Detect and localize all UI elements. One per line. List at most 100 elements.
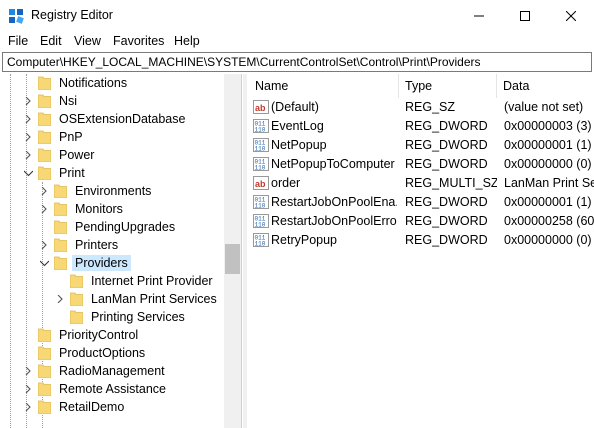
tree-node[interactable]: Printers — [38, 236, 121, 254]
value-type: REG_DWORD — [405, 195, 488, 209]
value-row[interactable]: 011 110 RestartJobOnPoolEna... REG_DWORD 0x0… — [249, 193, 594, 212]
tree-node-label: OSExtensionDatabase — [59, 112, 186, 126]
folder-icon — [37, 166, 52, 181]
tree-node-label: Power — [59, 148, 95, 162]
menu-favorites[interactable]: Favorites — [113, 34, 164, 48]
tree-node-label: Environments — [75, 184, 152, 198]
chevron-right-icon[interactable] — [22, 92, 34, 110]
tree-node[interactable]: Print — [22, 164, 88, 182]
tree-node[interactable]: PnP — [22, 128, 86, 146]
value-row[interactable]: ab (Default) REG_SZ (value not set) — [249, 98, 594, 117]
folder-icon — [53, 238, 68, 253]
menu-file[interactable]: File — [8, 34, 28, 48]
svg-text:110: 110 — [255, 222, 266, 229]
tree-node[interactable]: OSExtensionDatabase — [22, 110, 188, 128]
value-type: REG_DWORD — [405, 138, 488, 152]
folder-icon — [53, 256, 68, 271]
value-row[interactable]: 011 110 NetPopupToComputer REG_DWORD 0x00000… — [249, 155, 594, 174]
folder-icon — [37, 94, 52, 109]
value-row[interactable]: 011 110 NetPopup REG_DWORD 0x00000001 (1) — [249, 136, 594, 155]
folder-icon — [37, 328, 52, 343]
value-type: REG_DWORD — [405, 157, 488, 171]
binary-value-icon: 011 110 — [253, 138, 269, 153]
address-bar[interactable]: Computer\HKEY_LOCAL_MACHINE\SYSTEM\Curre… — [2, 52, 592, 72]
value-name: NetPopup — [271, 138, 327, 152]
menu-help[interactable]: Help — [174, 34, 200, 48]
tree-node-label: PendingUpgrades — [75, 220, 176, 234]
tree-scrollbar-thumb[interactable] — [225, 244, 240, 274]
tree-node[interactable]: Printing Services — [54, 308, 188, 326]
menu-edit[interactable]: Edit — [40, 34, 62, 48]
tree-node[interactable]: RadioManagement — [22, 362, 168, 380]
chevron-right-icon[interactable] — [22, 146, 34, 164]
tree-node-label: ProductOptions — [59, 346, 146, 360]
tree-node[interactable]: Monitors — [38, 200, 126, 218]
value-data: 0x00000003 (3) — [504, 119, 592, 133]
chevron-right-icon[interactable] — [38, 236, 50, 254]
value-type: REG_DWORD — [405, 233, 488, 247]
close-icon — [566, 10, 576, 21]
tree-node[interactable]: Internet Print Provider — [54, 272, 216, 290]
chevron-right-icon[interactable] — [22, 128, 34, 146]
registry-editor-app-icon — [9, 9, 24, 24]
tree-node-label: Notifications — [59, 76, 128, 90]
tree-node[interactable]: Nsi — [22, 92, 80, 110]
tree-node[interactable]: RetailDemo — [22, 398, 127, 416]
folder-icon — [37, 148, 52, 163]
value-type: REG_MULTI_SZ — [405, 176, 497, 190]
value-name: order — [271, 176, 301, 190]
title-bar: Registry Editor — [0, 0, 594, 31]
value-type: REG_DWORD — [405, 214, 488, 228]
column-header-data[interactable]: Data — [497, 74, 594, 98]
chevron-down-icon[interactable] — [22, 164, 34, 182]
tree-guide-line — [10, 74, 11, 428]
folder-icon — [69, 274, 84, 289]
value-type: REG_DWORD — [405, 119, 488, 133]
pane-splitter[interactable] — [243, 74, 247, 428]
tree-node[interactable]: Notifications — [22, 74, 130, 92]
string-value-icon: ab — [253, 100, 269, 114]
tree-node[interactable]: PriorityControl — [22, 326, 141, 344]
chevron-right-icon[interactable] — [22, 110, 34, 128]
tree-node[interactable]: Environments — [38, 182, 154, 200]
tree-node[interactable]: ProductOptions — [22, 344, 148, 362]
values-list[interactable]: Name Type Data ab (Default) REG_SZ (value n… — [249, 74, 594, 428]
chevron-down-icon[interactable] — [38, 254, 50, 272]
tree-node-label: Nsi — [59, 94, 78, 108]
column-header-type[interactable]: Type — [399, 74, 497, 98]
value-row[interactable]: 011 110 EventLog REG_DWORD 0x00000003 (3) — [249, 117, 594, 136]
tree-node[interactable]: Power — [22, 146, 97, 164]
menu-bar: File Edit View Favorites Help — [0, 31, 594, 51]
menu-view[interactable]: View — [74, 34, 101, 48]
column-header-name[interactable]: Name — [249, 74, 399, 98]
svg-text:110: 110 — [255, 203, 266, 210]
close-button[interactable] — [548, 0, 594, 31]
maximize-icon — [520, 10, 530, 21]
tree-scrollbar[interactable] — [224, 74, 241, 428]
tree-node[interactable]: Remote Assistance — [22, 380, 169, 398]
minimize-button[interactable] — [456, 0, 502, 31]
chevron-right-icon[interactable] — [38, 182, 50, 200]
folder-icon — [37, 112, 52, 127]
tree-node[interactable]: LanMan Print Services — [54, 290, 220, 308]
key-tree[interactable]: Notifications Nsi OSExtensionDatabase PnP Po… — [2, 74, 242, 428]
value-row[interactable]: 011 110 RetryPopup REG_DWORD 0x00000000 (0) — [249, 231, 594, 250]
tree-node-label: RetailDemo — [59, 400, 125, 414]
chevron-right-icon[interactable] — [22, 380, 34, 398]
folder-icon — [37, 382, 52, 397]
maximize-button[interactable] — [502, 0, 548, 31]
binary-value-icon: 011 110 — [253, 157, 269, 172]
chevron-right-icon[interactable] — [54, 290, 66, 308]
tree-node[interactable]: PendingUpgrades — [38, 218, 178, 236]
window-title: Registry Editor — [31, 8, 113, 22]
value-name: RestartJobOnPoolEna... — [271, 195, 397, 209]
chevron-right-icon[interactable] — [22, 398, 34, 416]
chevron-right-icon[interactable] — [38, 200, 50, 218]
value-row[interactable]: 011 110 RestartJobOnPoolError REG_DWORD 0x00… — [249, 212, 594, 231]
tree-node[interactable]: Providers — [38, 254, 131, 272]
svg-text:110: 110 — [255, 146, 266, 153]
chevron-right-icon[interactable] — [22, 362, 34, 380]
value-data: 0x00000001 (1) — [504, 195, 592, 209]
value-row[interactable]: ab order REG_MULTI_SZ LanMan Print Se — [249, 174, 594, 193]
